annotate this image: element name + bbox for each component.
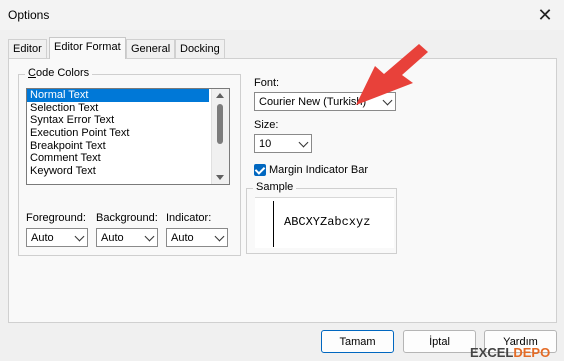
watermark-part1: EXCEL [470, 345, 514, 360]
watermark-part2: DEPO [513, 345, 551, 360]
watermark-logo: EXCELDEPO [470, 345, 550, 360]
options-dialog: Options ✕ Editor Editor Format General D… [0, 0, 564, 361]
tab-editor-format[interactable]: Editor Format [49, 37, 126, 59]
